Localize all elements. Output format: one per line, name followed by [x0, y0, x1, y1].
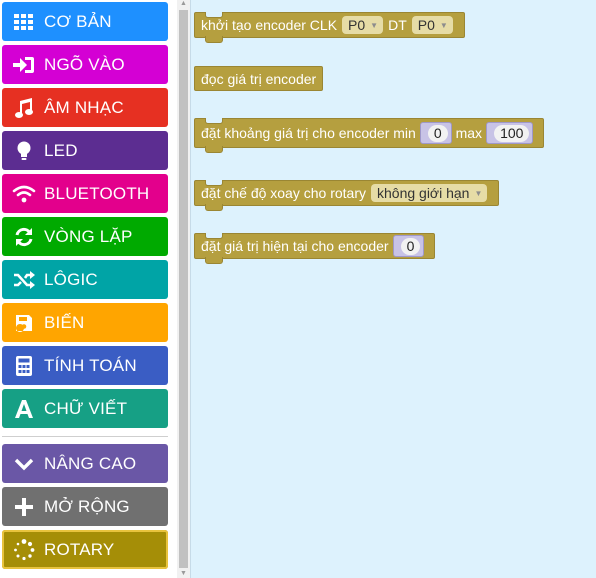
category-mo-rong[interactable]: MỞ RỘNG	[2, 487, 168, 526]
music-note-icon	[10, 97, 38, 119]
category-label: ÂM NHẠC	[44, 97, 124, 117]
block-text: đặt chế độ xoay cho rotary	[201, 185, 366, 201]
category-label: LED	[44, 140, 78, 160]
set-range-block[interactable]: đặt khoảng giá trị cho encoder min 0 max…	[194, 118, 545, 153]
caret-down-icon: ▼	[474, 188, 483, 198]
dropdown-value: không giới hạn	[377, 185, 470, 201]
save-icon	[10, 312, 38, 334]
scroll-up-arrow-icon[interactable]: ▲	[179, 0, 188, 8]
scroll-down-arrow-icon[interactable]: ▼	[179, 570, 188, 578]
toolbox-divider	[2, 436, 168, 437]
blocks-flyout: khởi tạo encoder CLK P0 ▼ DT P0 ▼ đọc giá …	[190, 0, 596, 578]
category-label: BLUETOOTH	[44, 183, 150, 203]
category-label: TÍNH TOÁN	[44, 355, 137, 375]
scrollbar-thumb[interactable]	[179, 10, 188, 568]
rotary-mode-dropdown[interactable]: không giới hạn ▼	[371, 184, 488, 202]
dt-pin-dropdown[interactable]: P0 ▼	[411, 16, 453, 34]
set-encoder-value-block[interactable]: đặt giá trị hiện tại cho encoder 0	[194, 233, 436, 264]
wifi-icon	[10, 183, 38, 205]
refresh-icon	[10, 226, 38, 248]
dropdown-value: P0	[348, 17, 366, 33]
read-encoder-block[interactable]: đọc giá trị encoder	[194, 66, 324, 91]
category-label: MỞ RỘNG	[44, 496, 130, 516]
set-rotary-mode-block[interactable]: đặt chế độ xoay cho rotary không giới hạ…	[194, 180, 500, 211]
category-label: NÂNG CAO	[44, 453, 137, 473]
category-label: CƠ BẢN	[44, 11, 112, 31]
category-ngo-vao[interactable]: NGÕ VÀO	[2, 45, 168, 84]
category-rotary[interactable]: ROTARY	[2, 530, 168, 569]
block-text: khởi tạo encoder CLK	[201, 17, 338, 33]
category-vong-lap[interactable]: VÒNG LẶP	[2, 217, 168, 256]
category-chu-viet[interactable]: CHỮ VIẾT	[2, 389, 168, 428]
category-label: ROTARY	[44, 539, 115, 559]
category-logic[interactable]: LÔGIC	[2, 260, 168, 299]
block-text: max	[455, 125, 483, 141]
category-co-ban[interactable]: CƠ BẢN	[2, 2, 168, 41]
category-toolbox: CƠ BẢN NGÕ VÀO ÂM NHẠC LED BLUETOOTH VÒN…	[0, 0, 170, 578]
category-label: CHỮ VIẾT	[44, 398, 128, 418]
spinner-icon	[10, 538, 38, 561]
block-text: đặt giá trị hiện tại cho encoder	[201, 238, 389, 254]
grid-icon	[10, 11, 38, 33]
category-label: NGÕ VÀO	[44, 54, 125, 74]
max-socket: 100	[486, 122, 534, 144]
category-bien[interactable]: BIẾN	[2, 303, 168, 342]
category-label: VÒNG LẶP	[44, 226, 133, 246]
value-input[interactable]: 0	[400, 237, 421, 255]
block-text: đọc giá trị encoder	[201, 70, 317, 87]
category-led[interactable]: LED	[2, 131, 168, 170]
block-text: DT	[388, 17, 407, 33]
caret-down-icon: ▼	[439, 20, 448, 30]
shuffle-icon	[10, 269, 38, 291]
max-input[interactable]: 100	[494, 124, 530, 142]
category-am-nhac[interactable]: ÂM NHẠC	[2, 88, 168, 127]
chevron-down-icon	[10, 453, 38, 475]
text-a-icon	[10, 398, 38, 420]
calculator-icon	[10, 355, 38, 377]
init-encoder-block[interactable]: khởi tạo encoder CLK P0 ▼ DT P0 ▼	[194, 12, 465, 43]
category-tinh-toan[interactable]: TÍNH TOÁN	[2, 346, 168, 385]
min-input[interactable]: 0	[427, 124, 448, 142]
sign-in-icon	[10, 54, 38, 76]
value-socket: 0	[392, 235, 425, 257]
caret-down-icon: ▼	[370, 20, 379, 30]
category-label: LÔGIC	[44, 269, 98, 289]
clk-pin-dropdown[interactable]: P0 ▼	[342, 16, 384, 34]
plus-icon	[10, 496, 38, 518]
dropdown-value: P0	[417, 17, 435, 33]
lightbulb-icon	[10, 140, 38, 162]
category-nang-cao[interactable]: NÂNG CAO	[2, 444, 168, 483]
block-text: đặt khoảng giá trị cho encoder min	[201, 125, 416, 141]
category-bluetooth[interactable]: BLUETOOTH	[2, 174, 168, 213]
min-socket: 0	[419, 122, 452, 144]
category-label: BIẾN	[44, 312, 85, 332]
